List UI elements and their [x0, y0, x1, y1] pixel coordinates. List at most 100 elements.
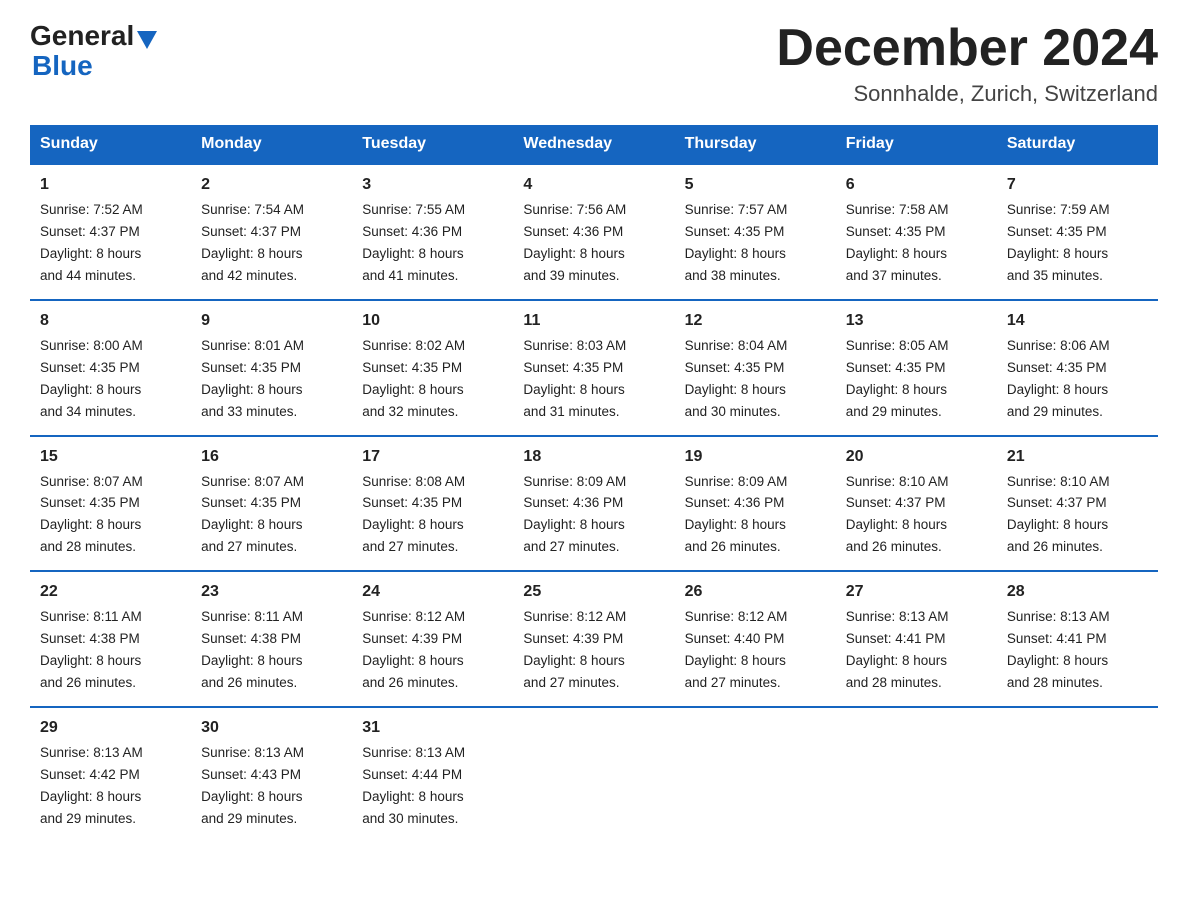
calendar-cell: 7 Sunrise: 7:59 AMSunset: 4:35 PMDaylight…	[997, 164, 1158, 300]
calendar-cell: 18Sunrise: 8:09 AMSunset: 4:36 PMDayligh…	[513, 436, 674, 572]
day-number: 30	[201, 716, 342, 740]
day-info: Sunrise: 7:57 AMSunset: 4:35 PMDaylight:…	[685, 202, 788, 283]
calendar-cell: 9Sunrise: 8:01 AMSunset: 4:35 PMDaylight…	[191, 300, 352, 436]
calendar-cell: 10 Sunrise: 8:02 AMSunset: 4:35 PMDayligh…	[352, 300, 513, 436]
calendar-week-row: 15 Sunrise: 8:07 AMSunset: 4:35 PMDayligh…	[30, 436, 1158, 572]
day-info: Sunrise: 8:08 AMSunset: 4:35 PMDaylight:…	[362, 474, 465, 555]
calendar-cell: 3Sunrise: 7:55 AMSunset: 4:36 PMDaylight…	[352, 164, 513, 300]
day-info: Sunrise: 7:55 AMSunset: 4:36 PMDaylight:…	[362, 202, 465, 283]
day-info: Sunrise: 8:10 AMSunset: 4:37 PMDaylight:…	[846, 474, 949, 555]
day-number: 16	[201, 445, 342, 469]
header-saturday: Saturday	[997, 125, 1158, 164]
day-info: Sunrise: 8:12 AMSunset: 4:40 PMDaylight:…	[685, 609, 788, 690]
header-thursday: Thursday	[675, 125, 836, 164]
calendar-cell: 17 Sunrise: 8:08 AMSunset: 4:35 PMDayligh…	[352, 436, 513, 572]
day-number: 26	[685, 580, 826, 604]
calendar-cell: 4 Sunrise: 7:56 AMSunset: 4:36 PMDaylight…	[513, 164, 674, 300]
day-info: Sunrise: 8:11 AMSunset: 4:38 PMDaylight:…	[40, 609, 142, 690]
header-sunday: Sunday	[30, 125, 191, 164]
logo-triangle-icon	[137, 31, 157, 49]
day-info: Sunrise: 8:07 AMSunset: 4:35 PMDaylight:…	[40, 474, 143, 555]
calendar-cell	[997, 707, 1158, 842]
day-info: Sunrise: 8:13 AMSunset: 4:41 PMDaylight:…	[846, 609, 949, 690]
day-number: 25	[523, 580, 664, 604]
day-number: 22	[40, 580, 181, 604]
calendar-cell: 14Sunrise: 8:06 AMSunset: 4:35 PMDayligh…	[997, 300, 1158, 436]
day-info: Sunrise: 7:58 AMSunset: 4:35 PMDaylight:…	[846, 202, 949, 283]
day-number: 29	[40, 716, 181, 740]
day-number: 1	[40, 173, 181, 197]
header-tuesday: Tuesday	[352, 125, 513, 164]
calendar-cell: 25 Sunrise: 8:12 AMSunset: 4:39 PMDayligh…	[513, 571, 674, 707]
day-info: Sunrise: 8:09 AMSunset: 4:36 PMDaylight:…	[685, 474, 788, 555]
day-info: Sunrise: 8:02 AMSunset: 4:35 PMDaylight:…	[362, 338, 465, 419]
day-info: Sunrise: 8:12 AMSunset: 4:39 PMDaylight:…	[362, 609, 465, 690]
day-number: 6	[846, 173, 987, 197]
header: General Blue December 2024 Sonnhalde, Zu…	[30, 20, 1158, 107]
calendar-cell: 19 Sunrise: 8:09 AMSunset: 4:36 PMDayligh…	[675, 436, 836, 572]
day-info: Sunrise: 8:07 AMSunset: 4:35 PMDaylight:…	[201, 474, 304, 555]
day-number: 2	[201, 173, 342, 197]
day-info: Sunrise: 8:12 AMSunset: 4:39 PMDaylight:…	[523, 609, 626, 690]
day-info: Sunrise: 8:04 AMSunset: 4:35 PMDaylight:…	[685, 338, 788, 419]
day-number: 17	[362, 445, 503, 469]
day-info: Sunrise: 8:06 AMSunset: 4:35 PMDaylight:…	[1007, 338, 1110, 419]
day-number: 10	[362, 309, 503, 333]
logo: General Blue	[30, 20, 157, 82]
calendar-week-row: 8Sunrise: 8:00 AMSunset: 4:35 PMDaylight…	[30, 300, 1158, 436]
day-info: Sunrise: 8:13 AMSunset: 4:42 PMDaylight:…	[40, 745, 143, 826]
page-subtitle: Sonnhalde, Zurich, Switzerland	[776, 81, 1158, 107]
day-number: 21	[1007, 445, 1148, 469]
header-friday: Friday	[836, 125, 997, 164]
calendar-cell: 31Sunrise: 8:13 AMSunset: 4:44 PMDayligh…	[352, 707, 513, 842]
day-number: 13	[846, 309, 987, 333]
calendar-week-row: 1Sunrise: 7:52 AMSunset: 4:37 PMDaylight…	[30, 164, 1158, 300]
calendar-cell: 27 Sunrise: 8:13 AMSunset: 4:41 PMDayligh…	[836, 571, 997, 707]
day-number: 12	[685, 309, 826, 333]
calendar-table: SundayMondayTuesdayWednesdayThursdayFrid…	[30, 125, 1158, 841]
day-info: Sunrise: 7:59 AMSunset: 4:35 PMDaylight:…	[1007, 202, 1110, 283]
calendar-header-row: SundayMondayTuesdayWednesdayThursdayFrid…	[30, 125, 1158, 164]
calendar-cell: 15 Sunrise: 8:07 AMSunset: 4:35 PMDayligh…	[30, 436, 191, 572]
calendar-cell: 1Sunrise: 7:52 AMSunset: 4:37 PMDaylight…	[30, 164, 191, 300]
title-area: December 2024 Sonnhalde, Zurich, Switzer…	[776, 20, 1158, 107]
day-number: 19	[685, 445, 826, 469]
calendar-week-row: 22 Sunrise: 8:11 AMSunset: 4:38 PMDayligh…	[30, 571, 1158, 707]
day-info: Sunrise: 7:54 AMSunset: 4:37 PMDaylight:…	[201, 202, 304, 283]
calendar-cell	[513, 707, 674, 842]
calendar-cell: 12 Sunrise: 8:04 AMSunset: 4:35 PMDayligh…	[675, 300, 836, 436]
header-wednesday: Wednesday	[513, 125, 674, 164]
calendar-cell	[675, 707, 836, 842]
calendar-cell: 8Sunrise: 8:00 AMSunset: 4:35 PMDaylight…	[30, 300, 191, 436]
day-number: 24	[362, 580, 503, 604]
page-title: December 2024	[776, 20, 1158, 77]
calendar-cell: 11Sunrise: 8:03 AMSunset: 4:35 PMDayligh…	[513, 300, 674, 436]
day-number: 28	[1007, 580, 1148, 604]
day-number: 7	[1007, 173, 1148, 197]
day-number: 9	[201, 309, 342, 333]
calendar-cell: 21 Sunrise: 8:10 AMSunset: 4:37 PMDayligh…	[997, 436, 1158, 572]
day-number: 8	[40, 309, 181, 333]
calendar-cell: 13Sunrise: 8:05 AMSunset: 4:35 PMDayligh…	[836, 300, 997, 436]
day-info: Sunrise: 8:13 AMSunset: 4:41 PMDaylight:…	[1007, 609, 1110, 690]
calendar-cell: 30 Sunrise: 8:13 AMSunset: 4:43 PMDayligh…	[191, 707, 352, 842]
calendar-cell: 24 Sunrise: 8:12 AMSunset: 4:39 PMDayligh…	[352, 571, 513, 707]
day-info: Sunrise: 7:56 AMSunset: 4:36 PMDaylight:…	[523, 202, 626, 283]
calendar-cell: 22 Sunrise: 8:11 AMSunset: 4:38 PMDayligh…	[30, 571, 191, 707]
calendar-cell: 23Sunrise: 8:11 AMSunset: 4:38 PMDayligh…	[191, 571, 352, 707]
calendar-cell: 20Sunrise: 8:10 AMSunset: 4:37 PMDayligh…	[836, 436, 997, 572]
day-number: 27	[846, 580, 987, 604]
day-number: 4	[523, 173, 664, 197]
day-number: 31	[362, 716, 503, 740]
logo-general: General	[30, 20, 134, 52]
calendar-cell: 6 Sunrise: 7:58 AMSunset: 4:35 PMDaylight…	[836, 164, 997, 300]
day-number: 15	[40, 445, 181, 469]
day-info: Sunrise: 8:10 AMSunset: 4:37 PMDaylight:…	[1007, 474, 1110, 555]
calendar-cell: 16 Sunrise: 8:07 AMSunset: 4:35 PMDayligh…	[191, 436, 352, 572]
day-number: 5	[685, 173, 826, 197]
calendar-week-row: 29 Sunrise: 8:13 AMSunset: 4:42 PMDayligh…	[30, 707, 1158, 842]
calendar-cell: 2 Sunrise: 7:54 AMSunset: 4:37 PMDaylight…	[191, 164, 352, 300]
day-info: Sunrise: 8:03 AMSunset: 4:35 PMDaylight:…	[523, 338, 626, 419]
day-info: Sunrise: 8:13 AMSunset: 4:43 PMDaylight:…	[201, 745, 304, 826]
calendar-cell: 26 Sunrise: 8:12 AMSunset: 4:40 PMDayligh…	[675, 571, 836, 707]
